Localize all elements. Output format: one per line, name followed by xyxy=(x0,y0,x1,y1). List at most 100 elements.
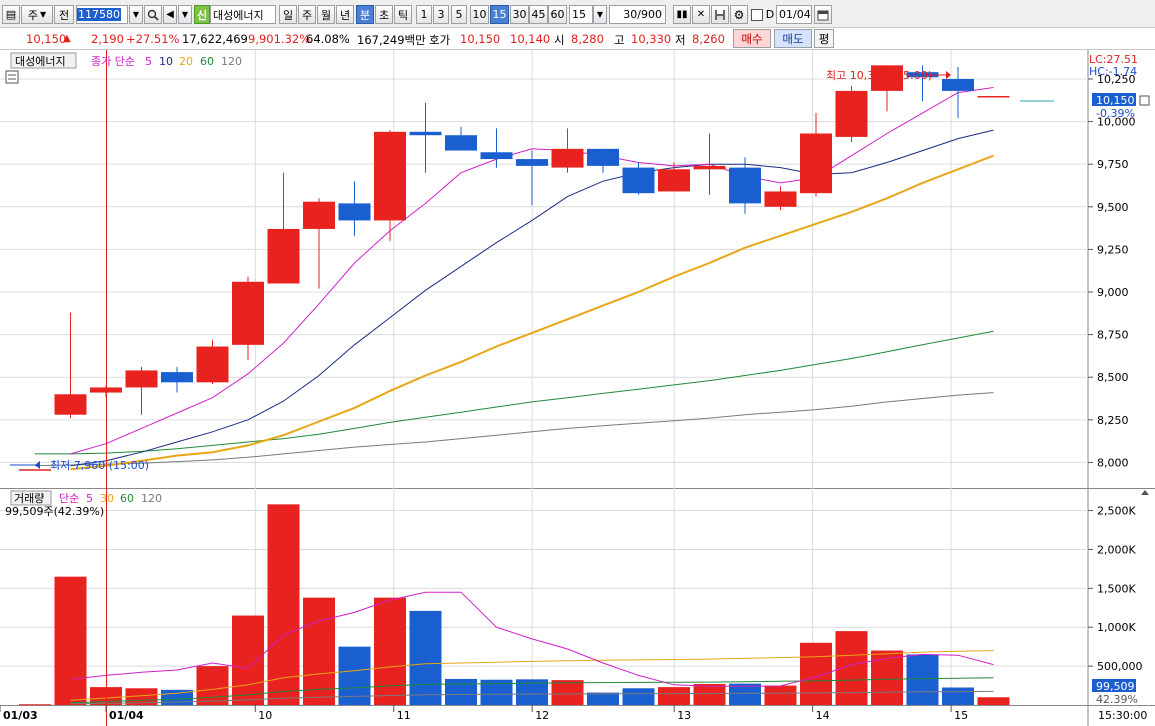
history-dropdown-button[interactable]: ▼ xyxy=(178,5,192,24)
calendar-icon xyxy=(817,10,829,20)
x-axis-label: 15 xyxy=(954,709,968,722)
interval-1-button[interactable]: 1 xyxy=(416,5,432,24)
period-minute-button[interactable]: 분 xyxy=(356,5,374,24)
interval-30-button[interactable]: 30 xyxy=(510,5,529,24)
period-year-button[interactable]: 년 xyxy=(336,5,354,24)
price-chart[interactable]: 대성에너지 종가 단순 5 10 20 60 120 LC:27.51 HC:-… xyxy=(0,50,1155,726)
turnover-rate: 64.08% xyxy=(306,32,350,46)
vol-ma120-legend: 120 xyxy=(141,492,162,505)
save-button[interactable] xyxy=(711,5,729,24)
x-axis-label: 13 xyxy=(677,709,691,722)
date-checkbox[interactable] xyxy=(750,5,764,24)
volume-bar xyxy=(232,615,264,705)
code-dropdown-button[interactable]: ▼ xyxy=(129,5,143,24)
candle-body xyxy=(480,152,513,160)
stock-code-input[interactable]: 117580 xyxy=(76,5,128,24)
x-axis-label: 01/03 xyxy=(3,709,38,722)
settings-button[interactable]: ⚙ xyxy=(730,5,748,24)
candle-body xyxy=(658,169,690,192)
date-input[interactable]: 01/04 xyxy=(776,5,812,24)
price-tick-label: 9,750 xyxy=(1097,158,1129,171)
time-label: 15:30:00 xyxy=(1098,709,1147,722)
vol-ma60-legend: 60 xyxy=(120,492,134,505)
candle-body xyxy=(196,346,229,383)
candle-body xyxy=(374,131,406,221)
interval-45-button[interactable]: 45 xyxy=(529,5,548,24)
period-day-button[interactable]: 일 xyxy=(279,5,297,24)
mode-select[interactable]: 주 ▼ xyxy=(21,5,53,24)
volume-bar xyxy=(445,678,477,705)
table-toggle-icon[interactable] xyxy=(5,70,19,84)
candle-body xyxy=(729,167,761,204)
volume-tick-label: 2,500K xyxy=(1097,505,1136,518)
period-second-button[interactable]: 초 xyxy=(375,5,393,24)
price-tick-label: 9,250 xyxy=(1097,243,1129,256)
vol-ma5-legend: 5 xyxy=(86,492,93,505)
volume-bar xyxy=(977,697,1010,705)
interval-dropdown-button[interactable]: ▼ xyxy=(593,5,607,24)
price-change: 2,190 xyxy=(91,32,124,46)
vol-ma-legend-label: 단순 xyxy=(59,492,79,505)
ma20-legend: 20 xyxy=(179,55,193,68)
count-input[interactable]: 30/900 xyxy=(609,5,666,24)
low-price: 8,260 xyxy=(692,32,725,46)
period-tick-button[interactable]: 틱 xyxy=(394,5,412,24)
volume-bar xyxy=(622,688,655,705)
high-price: 10,330 xyxy=(631,32,672,46)
period-week-button[interactable]: 주 xyxy=(298,5,316,24)
prev-button[interactable]: 전 xyxy=(54,5,74,24)
stock-code-value: 117580 xyxy=(77,8,121,21)
candle-body xyxy=(800,133,832,194)
collapse-icon[interactable] xyxy=(1139,95,1150,106)
gear-icon: ⚙ xyxy=(733,7,745,22)
volume-current-text: 99,509주(42.39%) xyxy=(5,505,104,518)
calendar-button[interactable] xyxy=(814,5,832,24)
ma120-legend: 120 xyxy=(221,55,242,68)
interval-15-button[interactable]: 15 xyxy=(490,5,509,24)
current-price-tag: 10,150 xyxy=(1096,94,1135,107)
volume-bar xyxy=(942,687,974,705)
sell-button[interactable]: 매도 xyxy=(774,29,812,48)
chart-settings-icon[interactable]: ▤ xyxy=(2,5,20,24)
interval-3-button[interactable]: 3 xyxy=(433,5,449,24)
trade-amount: 167,249백만 xyxy=(357,33,426,47)
date-checkbox-label: D xyxy=(765,8,775,21)
high-marker-label: 최고 10,330 (15:00) xyxy=(826,69,932,82)
speaker-icon: ◀ xyxy=(166,9,174,20)
x-axis-labels: 01/03 01/04 10 11 12 13 14 15 xyxy=(0,705,968,722)
volume-tag: 거래량 xyxy=(14,492,44,505)
interval-5-button[interactable]: 5 xyxy=(451,5,467,24)
price-tick-label: 8,000 xyxy=(1097,456,1129,469)
price-plot-area[interactable] xyxy=(0,50,1088,488)
candle-body xyxy=(587,148,619,166)
chevron-down-icon: ▼ xyxy=(181,10,189,19)
speaker-button[interactable]: ◀ xyxy=(163,5,177,24)
quote-bar: 10,150 ▲ 2,190 +27.51% 17,622,469 9,901.… xyxy=(0,28,1155,50)
interval-10-button[interactable]: 10 xyxy=(470,5,489,24)
interval-60-button[interactable]: 60 xyxy=(548,5,567,24)
volume-bar xyxy=(587,692,619,705)
search-button[interactable] xyxy=(144,5,162,24)
price-tick-label: 9,500 xyxy=(1097,201,1129,214)
candle-body xyxy=(54,394,87,415)
indicator-button[interactable]: ▮▮ xyxy=(673,5,691,24)
buy-button[interactable]: 매수 xyxy=(733,29,771,48)
candle-body xyxy=(303,201,335,229)
period-month-button[interactable]: 월 xyxy=(317,5,335,24)
tools-button[interactable]: ✕ xyxy=(692,5,710,24)
candle-body xyxy=(835,90,868,137)
up-arrow-icon: ▲ xyxy=(63,33,71,44)
open-price: 8,280 xyxy=(571,32,604,46)
x-axis-label: 10 xyxy=(258,709,272,722)
avg-button[interactable]: 평 xyxy=(814,29,834,48)
candle-icon: ▮▮ xyxy=(676,9,688,20)
candle-body xyxy=(19,469,51,471)
chevron-down-icon: ▼ xyxy=(596,10,604,19)
crosshair-icon: ✕ xyxy=(696,9,706,20)
ask-label: 호가 xyxy=(429,33,451,47)
interval-input[interactable]: 15 xyxy=(569,5,593,24)
save-icon xyxy=(715,9,725,20)
volume-pct-tag: 42.39% xyxy=(1096,693,1138,706)
open-label: 시 xyxy=(554,33,565,47)
candle-body xyxy=(551,148,584,168)
